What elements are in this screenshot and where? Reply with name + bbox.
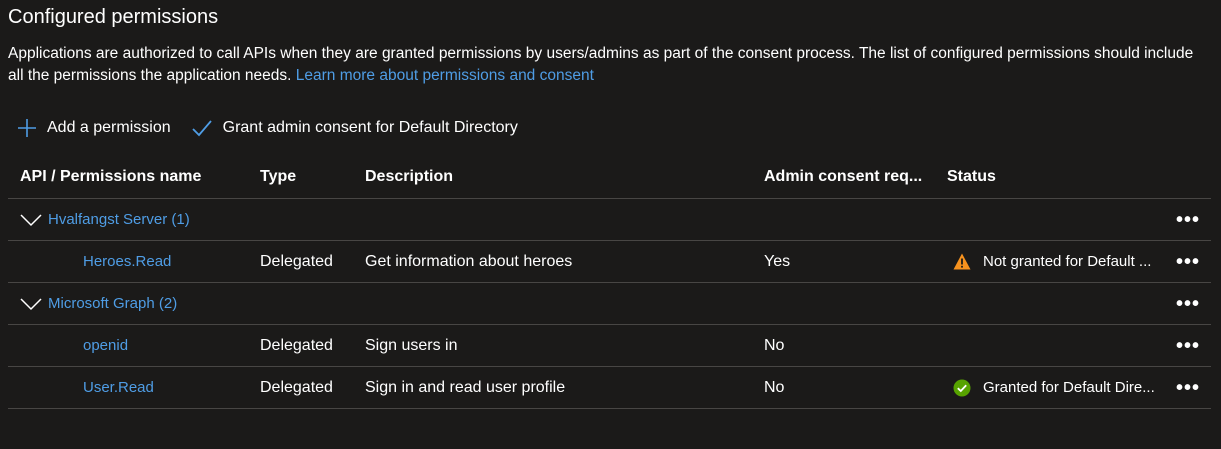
group-toggle-hvalfangst-server[interactable]: Hvalfangst Server (1) — [20, 211, 190, 228]
grant-admin-consent-button[interactable]: Grant admin consent for Default Director… — [191, 118, 518, 138]
more-icon: ••• — [1175, 250, 1200, 273]
permission-link-user-read[interactable]: User.Read — [20, 379, 154, 396]
permission-admin-consent: No — [764, 336, 785, 354]
permission-link-openid[interactable]: openid — [20, 337, 128, 354]
chevron-down-icon — [20, 297, 42, 310]
permission-description: Sign in and read user profile — [365, 378, 566, 396]
description-text: Applications are authorized to call APIs… — [8, 45, 1194, 84]
header-description[interactable]: Description — [365, 156, 453, 198]
group-name-label: Microsoft Graph (2) — [48, 295, 178, 312]
group-name-label: Hvalfangst Server (1) — [48, 211, 190, 228]
permission-link-heroes-read[interactable]: Heroes.Read — [20, 253, 171, 270]
add-permission-label: Add a permission — [47, 119, 171, 136]
status-granted: Granted for Default Dire... — [947, 379, 1155, 397]
permission-description: Sign users in — [365, 336, 458, 354]
status-text: Not granted for Default ... — [983, 253, 1152, 270]
permission-row-user-read: User.Read Delegated Sign in and read use… — [8, 367, 1211, 409]
page-description: Applications are authorized to call APIs… — [8, 43, 1203, 87]
warning-icon — [953, 253, 971, 271]
permission-row-openid: openid Delegated Sign users in No ••• — [8, 325, 1211, 367]
permission-admin-consent: Yes — [764, 252, 791, 270]
more-icon: ••• — [1175, 334, 1200, 357]
configured-permissions-page: Configured permissions Applications are … — [0, 0, 1221, 449]
header-status[interactable]: Status — [947, 156, 1167, 198]
permission-row-heroes-read: Heroes.Read Delegated Get information ab… — [8, 241, 1211, 283]
header-api-permissions-name[interactable]: API / Permissions name — [20, 156, 201, 198]
more-actions-button[interactable]: ••• — [1173, 199, 1203, 240]
permission-admin-consent: No — [764, 378, 785, 396]
more-actions-button[interactable]: ••• — [1173, 367, 1203, 408]
more-actions-button[interactable]: ••• — [1173, 241, 1203, 282]
more-actions-button[interactable]: ••• — [1173, 325, 1203, 366]
permission-status-empty — [947, 325, 1167, 366]
grant-admin-consent-label: Grant admin consent for Default Director… — [222, 119, 518, 136]
table-header-row: API / Permissions name Type Description … — [8, 156, 1211, 199]
permission-type: Delegated — [260, 378, 333, 396]
check-circle-icon — [953, 379, 971, 397]
more-actions-button[interactable]: ••• — [1173, 283, 1203, 324]
toolbar: Add a permission Grant admin consent for… — [17, 118, 538, 138]
group-toggle-microsoft-graph[interactable]: Microsoft Graph (2) — [20, 295, 177, 312]
permission-type: Delegated — [260, 252, 333, 270]
group-row-microsoft-graph: Microsoft Graph (2) ••• — [8, 283, 1211, 325]
status-not-granted: Not granted for Default ... — [947, 253, 1151, 271]
permission-type: Delegated — [260, 336, 333, 354]
status-text: Granted for Default Dire... — [983, 379, 1155, 396]
plus-icon — [18, 119, 36, 137]
group-row-hvalfangst-server: Hvalfangst Server (1) ••• — [8, 199, 1211, 241]
permission-description: Get information about heroes — [365, 252, 573, 270]
more-icon: ••• — [1175, 292, 1200, 315]
header-admin-consent-required[interactable]: Admin consent req... — [764, 156, 922, 198]
header-type[interactable]: Type — [260, 156, 296, 198]
learn-more-link[interactable]: Learn more about permissions and consent — [296, 67, 594, 84]
page-title: Configured permissions — [8, 6, 219, 28]
add-permission-button[interactable]: Add a permission — [17, 118, 171, 138]
checkmark-icon — [191, 120, 212, 137]
more-icon: ••• — [1175, 376, 1200, 399]
more-icon: ••• — [1175, 208, 1200, 231]
chevron-down-icon — [20, 213, 42, 226]
permissions-table: API / Permissions name Type Description … — [8, 156, 1211, 409]
